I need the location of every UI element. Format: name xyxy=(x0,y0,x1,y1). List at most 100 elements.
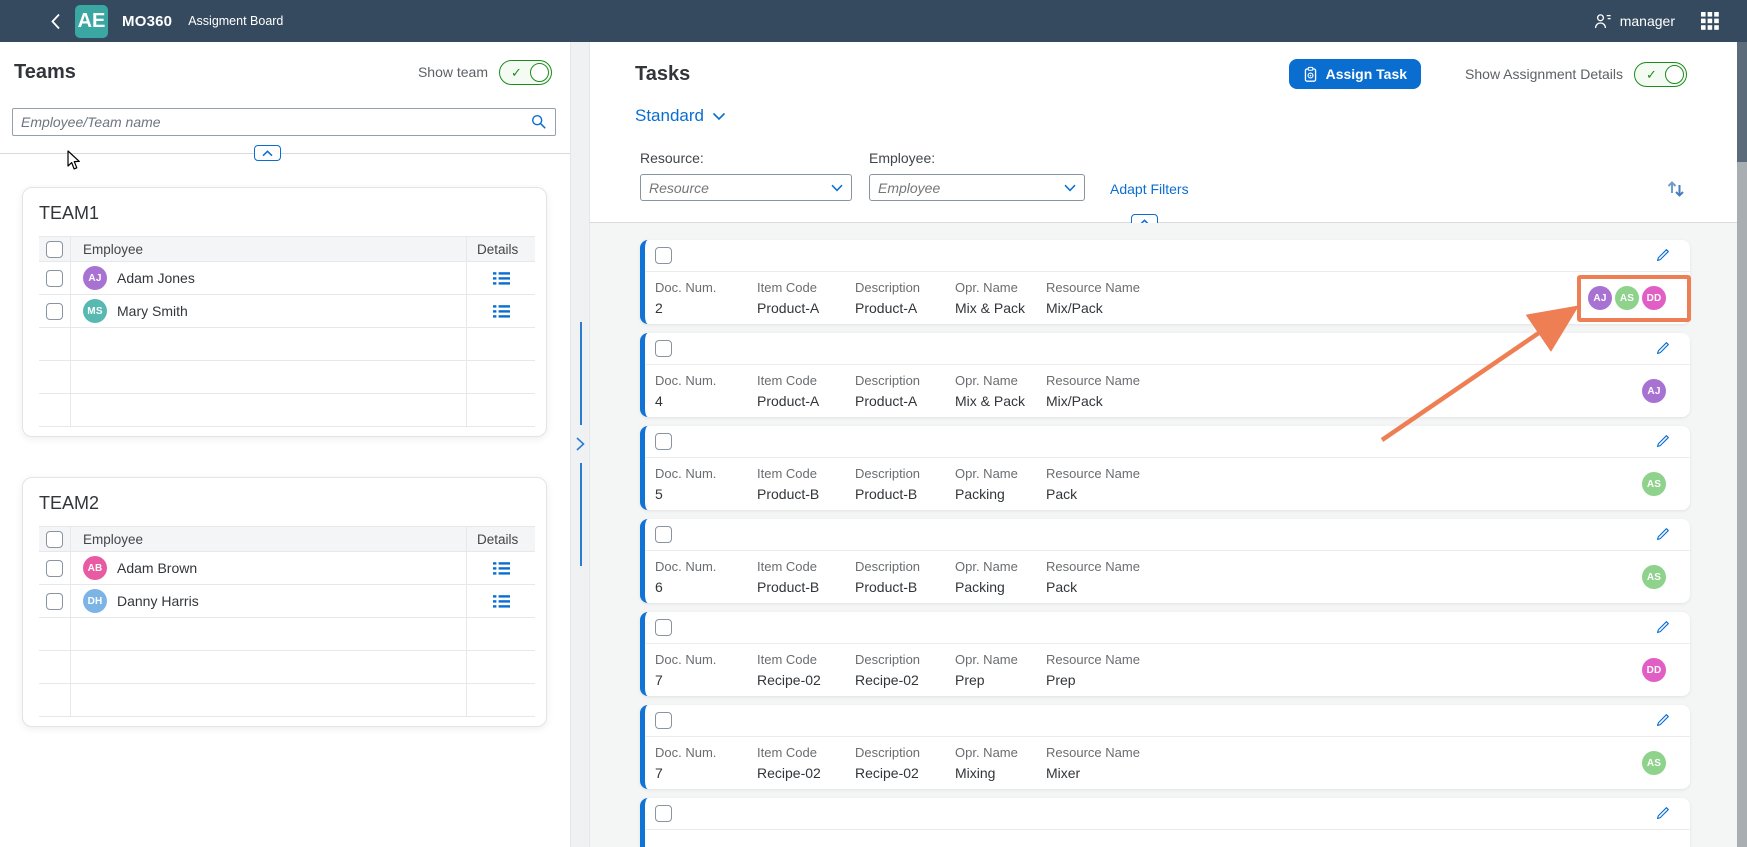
edit-task-button[interactable] xyxy=(1655,806,1670,821)
opr-name-value: Mix & Pack xyxy=(955,393,1046,409)
employee-filter-label: Employee: xyxy=(869,150,935,166)
employee-name: Adam Jones xyxy=(117,270,195,286)
doc-num-value: 5 xyxy=(655,486,757,502)
field-label: Item Code xyxy=(757,466,855,481)
task-card[interactable]: Doc. Num.5 Item CodeProduct-B Descriptio… xyxy=(640,426,1690,510)
team-search-input[interactable] xyxy=(13,114,523,130)
show-team-toggle[interactable]: ✓ xyxy=(499,60,552,85)
task-card[interactable]: Doc. Num.4 Item CodeProduct-A Descriptio… xyxy=(640,333,1690,417)
opr-name-value: Packing xyxy=(955,579,1046,595)
select-all-checkbox[interactable] xyxy=(46,241,63,258)
team-search-field xyxy=(12,108,556,136)
sort-icon xyxy=(1665,178,1687,200)
field-label: Resource Name xyxy=(1046,652,1690,667)
task-list: Doc. Num. 2 Item Code Product-A Descriptio… xyxy=(590,223,1737,847)
empty-table-row xyxy=(39,684,535,717)
item-code-value: Recipe-02 xyxy=(757,765,855,781)
table-row[interactable]: MS Mary Smith xyxy=(39,295,535,328)
product-name: MO360 xyxy=(122,13,172,30)
team-card-team2: TEAM2 Employee Details AB Adam Brown xyxy=(22,477,547,727)
table-row[interactable]: AB Adam Brown xyxy=(39,552,535,585)
edit-task-button[interactable] xyxy=(1655,713,1670,728)
task-checkbox[interactable] xyxy=(655,805,672,822)
table-row[interactable]: DH Danny Harris xyxy=(39,585,535,618)
details-button[interactable] xyxy=(493,271,510,286)
field-label: Item Code xyxy=(757,745,855,760)
details-column-header: Details xyxy=(466,237,535,261)
field-label: Opr. Name xyxy=(955,745,1046,760)
vertical-scrollbar[interactable] xyxy=(1737,42,1747,847)
details-button[interactable] xyxy=(493,594,510,609)
row-checkbox[interactable] xyxy=(46,593,63,610)
team-members-table: Employee Details AJ Adam Jones xyxy=(39,236,535,427)
field-label: Doc. Num. xyxy=(655,280,757,295)
task-card[interactable]: Doc. Num.7 Item CodeRecipe-02 Descriptio… xyxy=(640,705,1690,789)
details-column-header: Details xyxy=(466,527,535,551)
assignee-avatar: AS xyxy=(1642,472,1666,496)
task-card[interactable]: Doc. Num.7 Item CodeRecipe-02 Descriptio… xyxy=(640,612,1690,696)
search-button[interactable] xyxy=(523,114,555,130)
avatar: AB xyxy=(83,556,107,580)
app-logo[interactable]: AE xyxy=(75,5,108,38)
field-label: Resource Name xyxy=(1046,466,1690,481)
row-checkbox[interactable] xyxy=(46,270,63,287)
doc-num-value: 7 xyxy=(655,672,757,688)
edit-task-button[interactable] xyxy=(1655,527,1670,542)
resource-filter-select[interactable]: Resource xyxy=(640,174,852,201)
task-checkbox[interactable] xyxy=(655,712,672,729)
task-card[interactable]: Doc. Num.2 Item CodeProduct-A Descriptio… xyxy=(640,240,1690,324)
opr-name-value: Prep xyxy=(955,672,1046,688)
edit-task-button[interactable] xyxy=(1655,620,1670,635)
doc-num-value: 6 xyxy=(655,579,757,595)
task-card-partial[interactable] xyxy=(640,798,1690,847)
description-value: Product-A xyxy=(855,300,955,316)
show-assignment-details-toggle[interactable]: ✓ xyxy=(1634,62,1687,87)
pencil-icon xyxy=(1655,527,1670,542)
panel-splitter[interactable] xyxy=(570,42,590,847)
search-icon xyxy=(531,114,547,130)
sort-button[interactable] xyxy=(1665,178,1687,205)
scrollbar-thumb[interactable] xyxy=(1737,42,1747,162)
assignee-avatar: DD xyxy=(1642,658,1666,682)
app-finder-button[interactable] xyxy=(1701,12,1719,30)
teams-collapse-button[interactable] xyxy=(254,145,281,161)
task-checkbox[interactable] xyxy=(655,433,672,450)
task-checkbox[interactable] xyxy=(655,340,672,357)
user-menu[interactable]: manager xyxy=(1594,13,1675,29)
item-code-value: Product-A xyxy=(757,300,855,316)
edit-task-button[interactable] xyxy=(1655,248,1670,263)
expand-panel-button[interactable] xyxy=(574,436,586,457)
list-icon xyxy=(493,271,510,286)
chevron-down-icon xyxy=(1064,184,1076,192)
back-button[interactable] xyxy=(50,13,61,30)
task-card[interactable]: Doc. Num.6 Item CodeProduct-B Descriptio… xyxy=(640,519,1690,603)
assign-task-button[interactable]: Assign Task xyxy=(1289,59,1421,89)
field-label: Description xyxy=(855,652,955,667)
task-checkbox[interactable] xyxy=(655,526,672,543)
assignee-avatar: DD xyxy=(1642,286,1666,310)
list-icon xyxy=(493,561,510,576)
edit-task-button[interactable] xyxy=(1655,341,1670,356)
employee-filter-select[interactable]: Employee xyxy=(869,174,1085,201)
doc-num-value: 4 xyxy=(655,393,757,409)
table-header-row: Employee Details xyxy=(39,526,535,552)
details-button[interactable] xyxy=(493,304,510,319)
field-label: Opr. Name xyxy=(955,373,1046,388)
adapt-filters-link[interactable]: Adapt Filters xyxy=(1110,181,1189,197)
doc-num-value: 2 xyxy=(655,300,757,316)
shell-bar: AE MO360 Assigment Board manager xyxy=(0,0,1747,42)
resource-placeholder: Resource xyxy=(649,180,831,196)
empty-table-row xyxy=(39,394,535,427)
field-label: Doc. Num. xyxy=(655,559,757,574)
select-all-checkbox[interactable] xyxy=(46,531,63,548)
row-checkbox[interactable] xyxy=(46,560,63,577)
task-checkbox[interactable] xyxy=(655,247,672,264)
row-checkbox[interactable] xyxy=(46,303,63,320)
variant-selector[interactable]: Standard xyxy=(635,106,726,126)
details-button[interactable] xyxy=(493,561,510,576)
field-label: Item Code xyxy=(757,373,855,388)
table-row[interactable]: AJ Adam Jones xyxy=(39,262,535,295)
task-checkbox[interactable] xyxy=(655,619,672,636)
field-label: Description xyxy=(855,745,955,760)
edit-task-button[interactable] xyxy=(1655,434,1670,449)
